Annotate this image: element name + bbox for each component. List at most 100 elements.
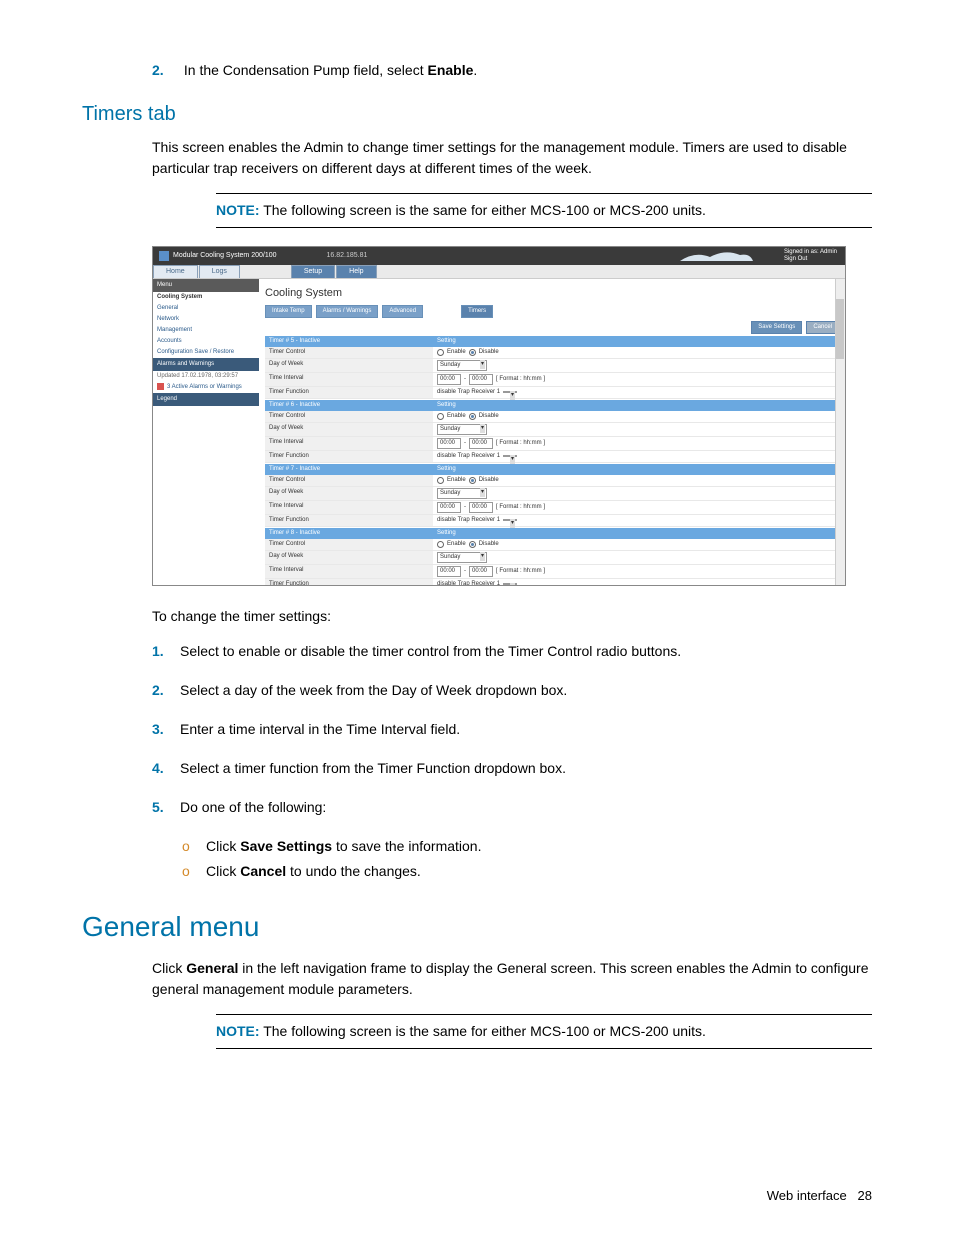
sidebar-config[interactable]: Configuration Save / Restore <box>153 347 259 358</box>
setting-header: Setting <box>433 464 839 475</box>
nav-help[interactable]: Help <box>336 265 376 278</box>
sidebar-management[interactable]: Management <box>153 325 259 336</box>
signed-in-label[interactable]: Signed in as: Admin Sign Out <box>784 249 837 262</box>
sidebar-accounts[interactable]: Accounts <box>153 336 259 347</box>
note-block: NOTE: The following screen is the same f… <box>216 193 872 228</box>
enable-radio[interactable] <box>437 541 444 548</box>
save-settings-button[interactable]: Save Settings <box>751 321 802 334</box>
nav-logs[interactable]: Logs <box>199 265 240 278</box>
row-label: Timer Function <box>265 387 433 398</box>
row-value: disable Trap Receiver 1 <box>433 579 839 586</box>
subtab-timers[interactable]: Timers <box>461 305 493 318</box>
time-start-input[interactable]: 00:00 <box>437 438 461 449</box>
row-value: Enable Disable <box>433 347 839 358</box>
scrollbar-thumb[interactable] <box>836 299 844 359</box>
time-start-input[interactable]: 00:00 <box>437 502 461 513</box>
button-row-top: Save Settings Cancel <box>265 321 839 334</box>
func-text: disable Trap Receiver 1 <box>437 580 500 586</box>
nav-setup[interactable]: Setup <box>291 265 335 278</box>
row-value: Enable Disable <box>433 539 839 550</box>
disable-radio[interactable] <box>469 477 476 484</box>
nav-home[interactable]: Home <box>153 265 198 278</box>
step-text: In the Condensation Pump field, select E… <box>184 60 872 81</box>
row-label: Timer Function <box>265 515 433 526</box>
setting-header: Setting <box>433 400 839 411</box>
row-label: Timer Function <box>265 579 433 586</box>
step-2-condensation: 2. In the Condensation Pump field, selec… <box>152 60 872 81</box>
sub-tabs: Intake Temp Alarms / Warnings Advanced T… <box>265 305 839 318</box>
note-label: NOTE: <box>216 202 260 218</box>
sidebar-cooling-system[interactable]: Cooling System <box>153 292 259 303</box>
alarms-item[interactable]: 3 Active Alarms or Warnings <box>153 382 259 393</box>
timer-header: Timer # 7 - Inactive <box>265 464 433 475</box>
disable-radio[interactable] <box>469 349 476 356</box>
func-select[interactable] <box>503 519 517 521</box>
text: . <box>473 62 477 78</box>
time-end-input[interactable]: 00:00 <box>469 374 493 385</box>
row-label: Timer Control <box>265 539 433 550</box>
page-number: 28 <box>858 1188 872 1203</box>
enable-radio[interactable] <box>437 349 444 356</box>
timer-block: Timer # 7 - InactiveSettingTimer Control… <box>265 464 839 527</box>
func-select[interactable] <box>503 455 517 457</box>
disable-radio[interactable] <box>469 413 476 420</box>
row-label: Day of Week <box>265 487 433 500</box>
sub-text: Click Save Settings to save the informat… <box>206 838 481 854</box>
disable-radio[interactable] <box>469 541 476 548</box>
step-number: 2. <box>152 680 180 701</box>
format-hint: [ Format : hh:mm ] <box>496 375 545 384</box>
product-title: Modular Cooling System 200/100 <box>173 251 277 262</box>
shot-header: Modular Cooling System 200/100 16.82.185… <box>153 247 845 265</box>
day-select[interactable]: Sunday <box>437 360 487 371</box>
func-select[interactable] <box>503 583 517 585</box>
updated-text: Updated 17.02.1978, 03:29:57 <box>153 371 259 382</box>
timer-tables: Timer # 5 - InactiveSettingTimer Control… <box>265 336 839 586</box>
step-text: Enter a time interval in the Time Interv… <box>180 719 868 740</box>
format-hint: [ Format : hh:mm ] <box>496 503 545 512</box>
step-number: 1. <box>152 641 180 662</box>
row-value: disable Trap Receiver 1 <box>433 451 839 462</box>
func-text: disable Trap Receiver 1 <box>437 516 500 525</box>
time-end-input[interactable]: 00:00 <box>469 566 493 577</box>
row-value: disable Trap Receiver 1 <box>433 515 839 526</box>
time-start-input[interactable]: 00:00 <box>437 566 461 577</box>
row-label: Day of Week <box>265 423 433 436</box>
subtab-advanced[interactable]: Advanced <box>382 305 423 318</box>
sub-step: oClick Save Settings to save the informa… <box>182 836 872 857</box>
day-select[interactable]: Sunday <box>437 552 487 563</box>
row-value: Sunday <box>433 359 839 372</box>
timer-block: Timer # 5 - InactiveSettingTimer Control… <box>265 336 839 399</box>
step-text: Select a timer function from the Timer F… <box>180 758 868 779</box>
row-value: Sunday <box>433 551 839 564</box>
row-label: Time Interval <box>265 437 433 450</box>
sidebar-network[interactable]: Network <box>153 314 259 325</box>
row-label: Day of Week <box>265 551 433 564</box>
timer-block: Timer # 6 - InactiveSettingTimer Control… <box>265 400 839 463</box>
note-text: The following screen is the same for eit… <box>263 202 706 218</box>
sidebar-general[interactable]: General <box>153 303 259 314</box>
scrollbar[interactable] <box>835 279 845 585</box>
row-label: Time Interval <box>265 373 433 386</box>
bold-text: General <box>186 960 238 976</box>
format-hint: [ Format : hh:mm ] <box>496 567 545 576</box>
row-value: Sunday <box>433 487 839 500</box>
row-value: 00:00 - 00:00 [ Format : hh:mm ] <box>433 373 839 386</box>
subtab-intake[interactable]: Intake Temp <box>265 305 312 318</box>
day-select[interactable]: Sunday <box>437 424 487 435</box>
enable-radio[interactable] <box>437 413 444 420</box>
text: Click <box>152 960 186 976</box>
day-select[interactable]: Sunday <box>437 488 487 499</box>
subtab-alarms[interactable]: Alarms / Warnings <box>316 305 379 318</box>
func-select[interactable] <box>503 391 517 393</box>
format-hint: [ Format : hh:mm ] <box>496 439 545 448</box>
time-end-input[interactable]: 00:00 <box>469 502 493 513</box>
enable-radio[interactable] <box>437 477 444 484</box>
change-step: 1.Select to enable or disable the timer … <box>152 641 872 662</box>
row-value: Enable Disable <box>433 475 839 486</box>
row-value: 00:00 - 00:00 [ Format : hh:mm ] <box>433 437 839 450</box>
step-number: 2. <box>152 60 180 81</box>
row-label: Time Interval <box>265 565 433 578</box>
sub-step: oClick Cancel to undo the changes. <box>182 861 872 882</box>
time-end-input[interactable]: 00:00 <box>469 438 493 449</box>
time-start-input[interactable]: 00:00 <box>437 374 461 385</box>
